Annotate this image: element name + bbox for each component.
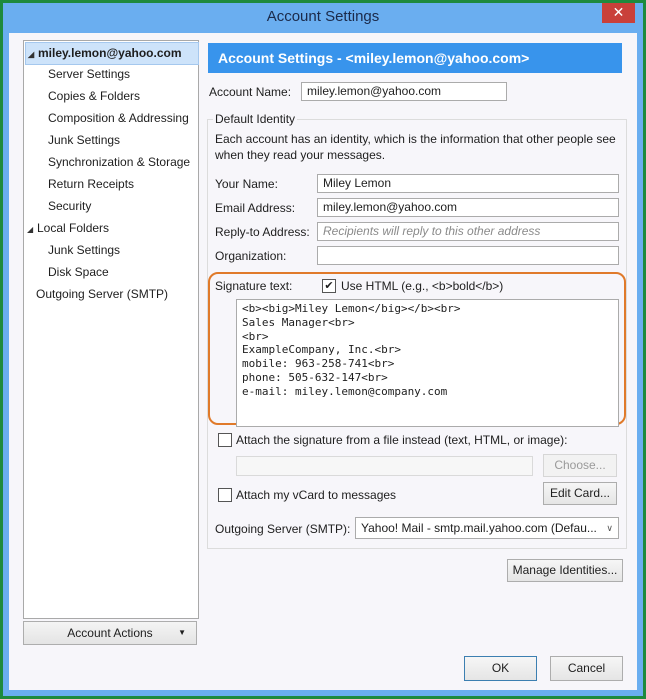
tree-item-synchronization-storage[interactable]: Synchronization & Storage: [48, 152, 190, 173]
attach-vcard-checkbox[interactable]: [218, 488, 232, 502]
cancel-button[interactable]: Cancel: [550, 656, 623, 681]
outgoing-server-value: Yahoo! Mail - smtp.mail.yahoo.com (Defau…: [361, 521, 597, 535]
title-bar[interactable]: Account Settings ✕: [3, 3, 643, 31]
chevron-down-icon: ∨: [606, 523, 613, 533]
account-name-label: Account Name:: [209, 85, 292, 99]
outgoing-server-label: Outgoing Server (SMTP):: [215, 522, 351, 536]
tree-item-composition-addressing[interactable]: Composition & Addressing: [48, 108, 189, 129]
use-html-checkbox[interactable]: ✔: [322, 279, 336, 293]
window-title: Account Settings: [266, 8, 380, 25]
tree-item-local-junk-settings[interactable]: Junk Settings: [48, 240, 120, 261]
expand-arrow-icon[interactable]: ◢: [28, 44, 38, 65]
tree-item-copies-folders[interactable]: Copies & Folders: [48, 86, 140, 107]
account-settings-window: Account Settings ✕ ◢ miley.lemon@yahoo.co…: [3, 3, 643, 696]
tree-item-local-folders[interactable]: ◢ Local Folders: [27, 218, 109, 239]
tree-item-account[interactable]: ◢ miley.lemon@yahoo.com: [25, 42, 199, 65]
page-title: Account Settings - <miley.lemon@yahoo.co…: [208, 43, 622, 73]
organization-label: Organization:: [215, 249, 287, 263]
attach-vcard-label[interactable]: Attach my vCard to messages: [236, 488, 396, 502]
tree-item-junk-settings[interactable]: Junk Settings: [48, 130, 120, 151]
organization-input[interactable]: [317, 246, 619, 265]
email-address-input[interactable]: miley.lemon@yahoo.com: [317, 198, 619, 217]
dialog-body: ◢ miley.lemon@yahoo.com Server Settings C…: [9, 33, 637, 690]
attach-file-checkbox[interactable]: [218, 433, 232, 447]
signature-textarea[interactable]: <b><big>Miley Lemon</big></b><br> Sales …: [236, 299, 619, 427]
choose-file-button[interactable]: Choose...: [543, 454, 617, 477]
reply-to-label: Reply-to Address:: [215, 225, 310, 239]
email-address-label: Email Address:: [215, 201, 296, 215]
tree-item-outgoing-server[interactable]: Outgoing Server (SMTP): [36, 284, 168, 305]
use-html-label[interactable]: Use HTML (e.g., <b>bold</b>): [341, 279, 503, 293]
ok-button[interactable]: OK: [464, 656, 537, 681]
identity-description-line2: when they read your messages.: [215, 148, 386, 162]
default-identity-legend: Default Identity: [213, 112, 298, 126]
tree-item-disk-space[interactable]: Disk Space: [48, 262, 109, 283]
account-name-input[interactable]: miley.lemon@yahoo.com: [301, 82, 507, 101]
your-name-label: Your Name:: [215, 177, 278, 191]
your-name-input[interactable]: Miley Lemon: [317, 174, 619, 193]
tree-item-server-settings[interactable]: Server Settings: [48, 64, 130, 85]
outgoing-server-select[interactable]: Yahoo! Mail - smtp.mail.yahoo.com (Defau…: [355, 517, 619, 539]
checkmark-icon: ✔: [324, 280, 334, 292]
identity-description-line1: Each account has an identity, which is t…: [215, 132, 616, 146]
account-actions-label: Account Actions: [67, 626, 153, 640]
expand-arrow-icon[interactable]: ◢: [27, 219, 37, 240]
manage-identities-button[interactable]: Manage Identities...: [507, 559, 623, 582]
close-button[interactable]: ✕: [602, 3, 635, 23]
edit-card-button[interactable]: Edit Card...: [543, 482, 617, 505]
account-actions-button[interactable]: Account Actions ▼: [23, 621, 197, 645]
reply-to-input[interactable]: Recipients will reply to this other addr…: [317, 222, 619, 241]
tree-item-return-receipts[interactable]: Return Receipts: [48, 174, 134, 195]
signature-label: Signature text:: [215, 279, 293, 293]
dropdown-arrow-icon: ▼: [178, 628, 186, 637]
tree-item-security[interactable]: Security: [48, 196, 91, 217]
signature-file-path-input[interactable]: [236, 456, 533, 476]
account-tree[interactable]: ◢ miley.lemon@yahoo.com Server Settings C…: [23, 40, 199, 619]
attach-file-label[interactable]: Attach the signature from a file instead…: [236, 433, 567, 447]
close-icon: ✕: [612, 4, 625, 20]
